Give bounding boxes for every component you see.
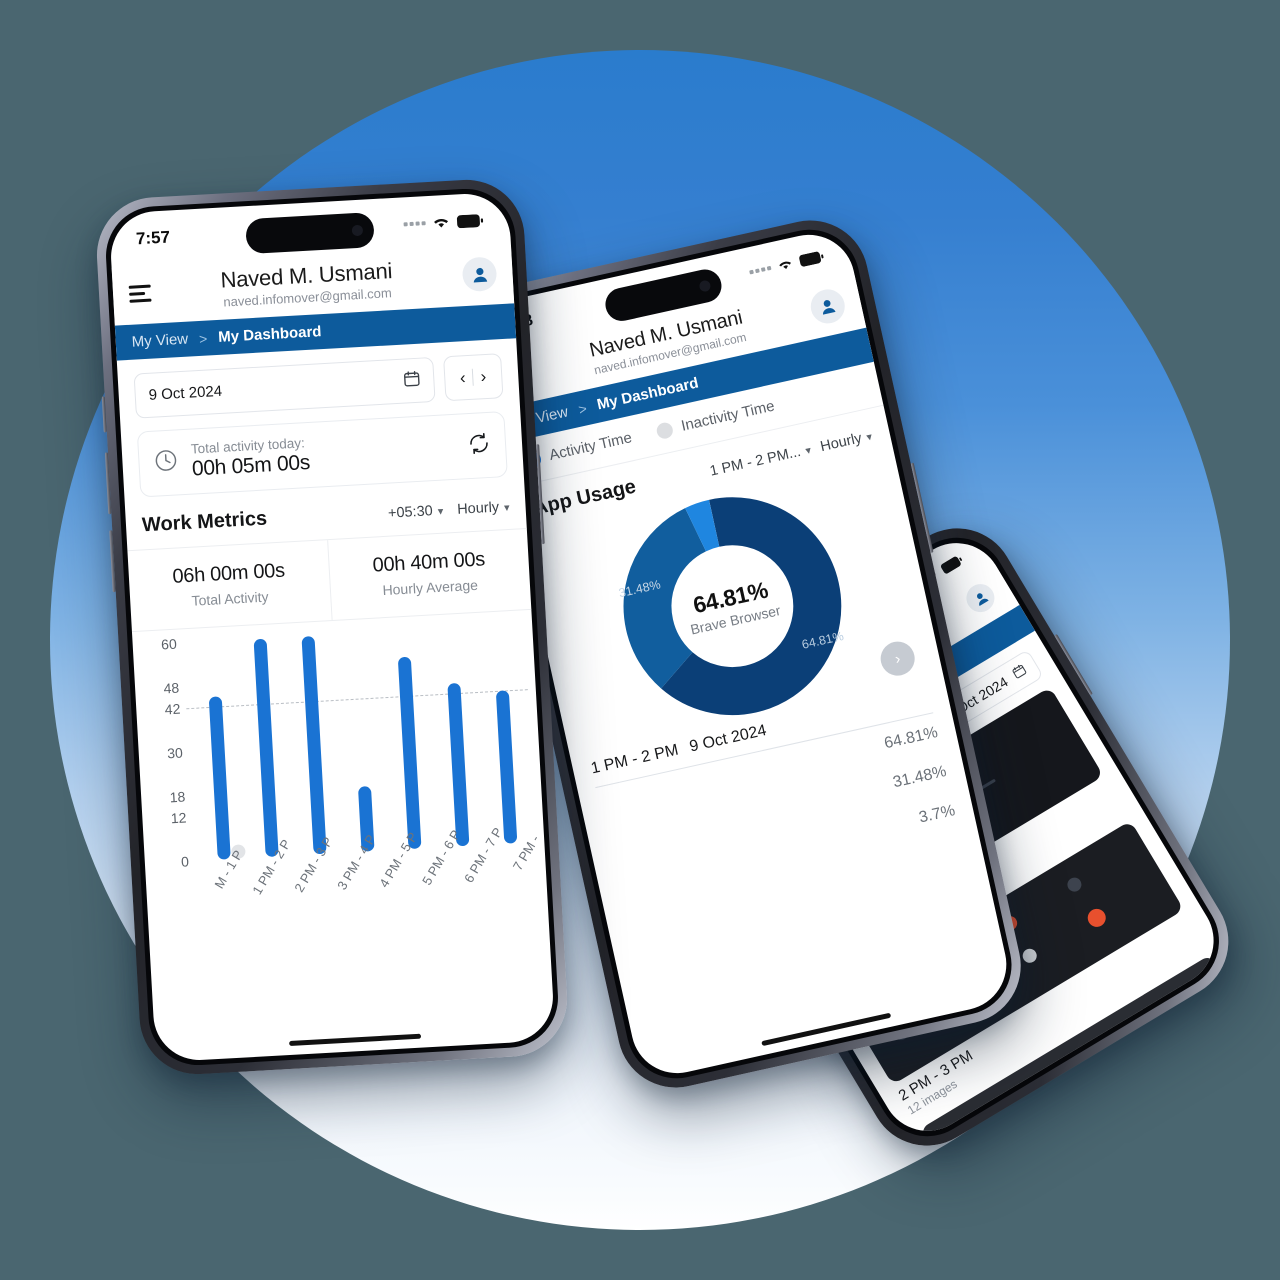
stat-hourly-average: 00h 40m 00s Hourly Average <box>326 528 532 621</box>
x-axis-tick: 2 PM - 3 P <box>286 834 336 930</box>
y-axis-tick: 48 <box>163 679 180 697</box>
battery-icon <box>798 250 825 267</box>
y-axis-tick: 18 <box>169 788 186 805</box>
signal-dots-icon <box>403 221 426 227</box>
stat-value: 06h 00m 00s <box>171 559 286 588</box>
signal-dots-icon <box>749 265 772 275</box>
y-axis-tick: 42 <box>164 700 181 718</box>
x-axis-tick: 6 PM - 7 P <box>455 825 505 920</box>
chart-plot-area: 60 48 42 30 18 12 0 <box>161 624 535 870</box>
section-title: Work Metrics <box>141 507 268 537</box>
granularity-value: Hourly <box>456 499 500 518</box>
granularity-value: Hourly <box>818 430 864 456</box>
hamburger-menu-icon[interactable] <box>128 284 152 303</box>
refresh-icon[interactable] <box>466 430 492 460</box>
legend-label: Activity Time <box>547 429 634 464</box>
chevron-down-icon: ▾ <box>865 430 874 444</box>
y-axis-tick: 30 <box>166 744 184 762</box>
table-cell-value: 31.48% <box>891 763 949 792</box>
x-axis-tick: 5 PM - 6 P <box>413 827 463 922</box>
x-axis-tick: 3 PM - 4 P <box>328 832 378 927</box>
date-value: 9 Oct 2024 <box>148 382 223 404</box>
x-axis-tick: 4 PM - 5 P <box>371 830 420 925</box>
stat-total-activity: 06h 00m 00s Total Activity <box>127 540 331 631</box>
x-axis-tick: M - 1 P <box>201 847 248 934</box>
chevron-right-icon: > <box>576 399 589 418</box>
chevron-right-icon: > <box>198 330 208 347</box>
wifi-icon <box>431 215 451 230</box>
bar[interactable] <box>398 656 422 850</box>
home-indicator[interactable] <box>289 1033 422 1047</box>
date-nav-buttons: ‹ › <box>442 353 504 402</box>
breadcrumb-current: My Dashboard <box>217 323 322 346</box>
battery-icon <box>940 554 965 575</box>
chevron-down-icon: ▾ <box>437 505 444 518</box>
silent-switch[interactable] <box>101 396 107 433</box>
phone-dashboard: 7:57 Naved M. Usmani naved.infomover@gma… <box>93 176 571 1078</box>
timezone-value: +05:30 <box>387 503 434 522</box>
work-metrics-bar-chart: 60 48 42 30 18 12 0 M - 1 P 1 PM - 2 P 2… <box>132 610 548 932</box>
x-axis-tick: 1 PM - 2 P <box>243 837 293 932</box>
bar[interactable] <box>495 690 518 844</box>
granularity-select[interactable]: Hourly ▾ <box>819 428 874 455</box>
home-indicator[interactable] <box>761 1012 892 1047</box>
bar[interactable] <box>209 695 232 860</box>
wifi-icon <box>776 257 795 272</box>
calendar-icon[interactable] <box>402 370 420 392</box>
timezone-select[interactable]: +05:30 ▾ <box>387 503 444 522</box>
stat-value: 00h 40m 00s <box>372 548 486 577</box>
chevron-right-icon[interactable]: › <box>473 358 495 395</box>
breadcrumb-parent[interactable]: My View <box>131 331 188 351</box>
bar[interactable] <box>253 638 279 858</box>
bar-series <box>189 624 535 860</box>
dynamic-island <box>245 212 375 255</box>
chevron-down-icon: ▾ <box>804 444 813 457</box>
screenshot-group[interactable]: 6 PM - 7 PM 6 images <box>999 1088 1231 1148</box>
chevron-down-icon: ▾ <box>503 501 510 514</box>
stat-label: Hourly Average <box>382 576 479 599</box>
clock-icon <box>153 447 180 478</box>
status-time: 7:57 <box>135 227 171 249</box>
y-axis-tick: 0 <box>180 853 190 870</box>
calendar-icon <box>1010 662 1029 682</box>
date-picker[interactable]: 9 Oct 2024 <box>133 356 436 419</box>
screenshot-thumbnail[interactable] <box>999 1088 1231 1148</box>
table-cell-value: 64.81% <box>882 723 940 753</box>
y-axis-tick: 12 <box>170 809 187 827</box>
y-axis-tick: 60 <box>160 635 178 653</box>
next-chart-button[interactable]: › <box>877 638 918 679</box>
user-avatar-icon[interactable] <box>461 256 498 293</box>
legend-swatch-inactivity <box>655 420 675 440</box>
legend-label: Inactivity Time <box>679 397 777 435</box>
table-cell-value: 3.7% <box>917 802 957 827</box>
screenshot-caption: 4 PM - 5 PM <box>976 1049 1231 1148</box>
granularity-select[interactable]: Hourly ▾ <box>457 499 510 518</box>
bar[interactable] <box>447 682 470 847</box>
bar[interactable] <box>301 636 327 855</box>
chevron-left-icon[interactable]: ‹ <box>452 359 474 396</box>
stat-label: Total Activity <box>191 588 269 609</box>
x-axis-tick: 7 PM - <box>498 832 545 918</box>
battery-icon <box>456 213 484 228</box>
